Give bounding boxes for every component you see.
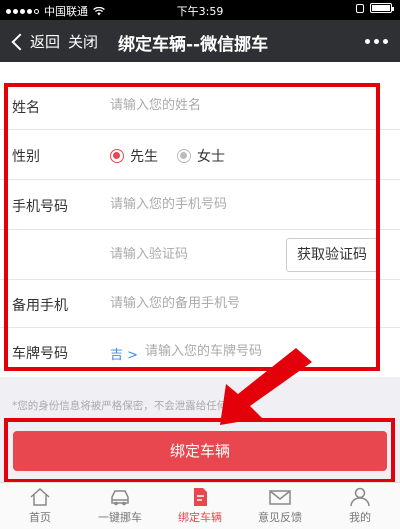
province-selector[interactable]: 吉 > bbox=[110, 344, 138, 363]
more-dots-icon bbox=[365, 39, 370, 44]
tab-move-car[interactable]: 一键挪车 bbox=[80, 483, 160, 529]
status-bar: 中国联通 下午3:59 bbox=[0, 0, 400, 20]
bind-icon bbox=[194, 488, 207, 506]
car-icon bbox=[111, 490, 129, 506]
bind-vehicle-button[interactable]: 绑定车辆 bbox=[13, 431, 387, 471]
tab-home-label: 首页 bbox=[29, 511, 51, 524]
gender-option-male[interactable]: 先生 bbox=[110, 146, 158, 166]
gender-option-female[interactable]: 女士 bbox=[177, 146, 225, 166]
tab-feedback-label: 意见反馈 bbox=[258, 511, 302, 524]
navigation-bar: 返回 关闭 绑定车辆--微信挪车 bbox=[0, 20, 400, 62]
tab-feedback[interactable]: 意见反馈 bbox=[240, 483, 320, 529]
backup-phone-label: 备用手机 bbox=[12, 298, 68, 314]
more-menu-button[interactable] bbox=[365, 39, 388, 44]
plate-row: 车牌号码 吉 > bbox=[0, 328, 400, 377]
gender-female-label: 女士 bbox=[197, 149, 225, 165]
name-input[interactable] bbox=[110, 98, 350, 113]
home-icon bbox=[30, 487, 50, 506]
status-time: 下午3:59 bbox=[176, 5, 224, 18]
tab-mine[interactable]: 我的 bbox=[320, 483, 400, 529]
radio-selected-icon bbox=[110, 149, 124, 163]
chevron-left-icon bbox=[11, 33, 29, 50]
tab-move-car-label: 一键挪车 bbox=[98, 511, 142, 524]
tab-home[interactable]: 首页 bbox=[0, 483, 80, 529]
backup-phone-input[interactable] bbox=[110, 296, 350, 311]
back-label: 返回 bbox=[30, 33, 61, 51]
name-label: 姓名 bbox=[12, 100, 40, 116]
close-button[interactable]: 关闭 bbox=[68, 31, 98, 52]
phone-input[interactable] bbox=[110, 197, 350, 212]
radio-unselected-icon bbox=[177, 149, 191, 163]
phone-label: 手机号码 bbox=[12, 199, 68, 215]
mail-icon bbox=[269, 490, 291, 505]
name-row: 姓名 bbox=[0, 83, 400, 130]
tab-bind-vehicle[interactable]: 绑定车辆 bbox=[160, 483, 240, 529]
user-icon bbox=[350, 487, 370, 507]
phone-row: 手机号码 bbox=[0, 180, 400, 230]
privacy-notice: *您的身份信息将被严格保密，不会泄露给任何人* bbox=[12, 400, 243, 412]
plate-input[interactable] bbox=[145, 344, 345, 359]
tab-bind-vehicle-label: 绑定车辆 bbox=[178, 511, 222, 524]
page-title: 绑定车辆--微信挪车 bbox=[118, 35, 269, 55]
gender-label: 性别 bbox=[12, 149, 40, 165]
verification-code-input[interactable] bbox=[110, 247, 270, 262]
get-code-button[interactable]: 获取验证码 bbox=[286, 238, 378, 272]
plate-label: 车牌号码 bbox=[12, 346, 68, 362]
back-button[interactable]: 返回 bbox=[10, 31, 60, 52]
vehicle-bind-form: 姓名 性别 先生 女士 手机号码 备用手机 车牌号码 吉 > bbox=[0, 62, 400, 377]
gender-male-label: 先生 bbox=[130, 149, 158, 165]
bottom-tab-bar: 首页 一键挪车 绑定车辆 意见反馈 我的 bbox=[0, 482, 400, 529]
backup-phone-row: 备用手机 bbox=[0, 280, 400, 328]
battery-icon bbox=[370, 3, 394, 13]
gender-row: 性别 先生 女士 bbox=[0, 130, 400, 180]
lock-icon bbox=[356, 3, 364, 13]
tab-mine-label: 我的 bbox=[349, 511, 371, 524]
